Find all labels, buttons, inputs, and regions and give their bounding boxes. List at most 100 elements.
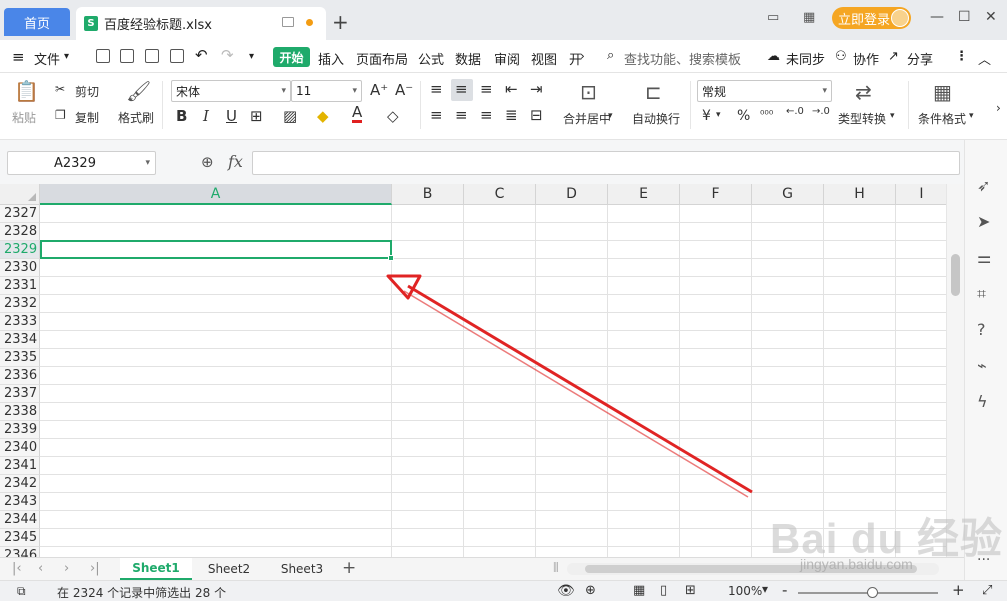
row-header[interactable]: 2330 [0,259,40,277]
zoom-out-button[interactable]: - [782,581,787,599]
row-header[interactable]: 2336 [0,367,40,385]
undo-icon[interactable]: ↶ [195,46,208,64]
type-convert-button[interactable]: 类型转换 [838,110,886,127]
cond-format-button[interactable]: 条件格式 [918,110,966,127]
format-painter-button[interactable]: 格式刷 [118,109,154,126]
tab-formula[interactable]: 公式 [418,49,444,68]
merge-center-button[interactable]: 合并居中 [563,110,611,127]
tab-insert[interactable]: 插入 [318,49,344,68]
next-sheet-icon[interactable]: › [64,561,69,576]
chevron-down-icon[interactable]: ▾ [608,111,613,121]
align-middle-icon[interactable]: ≡ [455,80,468,98]
login-button[interactable]: 立即登录 [832,7,911,29]
crop-icon[interactable]: ⌗ [977,284,986,304]
indent-decrease-icon[interactable]: ⇤ [505,80,518,98]
border-icon[interactable]: ⊞ [250,107,263,125]
column-header-f[interactable]: F [680,184,752,205]
fill-handle[interactable] [388,255,394,261]
sync-status[interactable]: 未同步 [786,49,825,68]
justify-icon[interactable]: ≣ [505,106,518,124]
column-header-h[interactable]: H [824,184,896,205]
more-icon[interactable]: ⋮ [955,49,968,64]
chevron-right-icon[interactable]: › [580,49,585,63]
help-icon[interactable]: ? [977,320,986,339]
vertical-scrollbar[interactable] [946,184,964,557]
row-header[interactable]: 2328 [0,223,40,241]
row-header[interactable]: 2327 [0,205,40,223]
first-sheet-icon[interactable]: |‹ [12,561,22,576]
row-header[interactable]: 2346 [0,547,40,557]
ribbon-scroll-right-icon[interactable]: › [996,101,1001,115]
chevron-down-icon[interactable]: ▾ [64,51,69,62]
feature-search[interactable]: 查找功能、搜索模板 [624,49,741,68]
home-tab[interactable]: 首页 [4,8,70,36]
chevron-down-icon[interactable]: ▾ [890,111,895,121]
font-color-icon[interactable]: A [352,105,363,123]
menu-icon[interactable]: ≡ [12,48,25,66]
close-icon[interactable]: ✕ [985,9,997,25]
column-header-c[interactable]: C [464,184,536,205]
tab-start[interactable]: 开始 [273,47,310,67]
new-tab-button[interactable]: + [332,10,349,34]
column-header-b[interactable]: B [392,184,464,205]
align-bottom-icon[interactable]: ≡ [480,80,493,98]
vertical-scroll-thumb[interactable] [951,254,960,296]
grid-icon[interactable]: ▦ [803,10,815,25]
file-tab[interactable]: S 百度经验标题.xlsx [76,7,326,40]
row-header[interactable]: 2331 [0,277,40,295]
chevron-down-icon[interactable]: ▾ [969,111,974,121]
print-icon[interactable] [145,49,159,63]
fullscreen-icon[interactable]: ⤢ [982,583,992,598]
align-right-icon[interactable]: ≡ [480,106,493,124]
monitor-icon[interactable] [282,17,294,27]
zoom-in-button[interactable]: + [952,581,965,599]
row-header[interactable]: 2343 [0,493,40,511]
name-box[interactable]: A2329 ▾ [7,151,156,175]
font-shrink-icon[interactable]: A⁻ [395,81,413,99]
rocket-icon[interactable]: ➶ [977,176,990,195]
customize-icon[interactable]: ▾ [249,51,254,62]
merge-icon[interactable]: ⊡ [580,80,597,104]
fill-color-icon[interactable]: ◆ [317,107,329,125]
row-header[interactable]: 2344 [0,511,40,529]
redo-icon[interactable]: ↷ [221,46,234,64]
normal-view-icon[interactable]: ▦ [633,583,645,598]
tab-review[interactable]: 审阅 [494,49,520,68]
row-header[interactable]: 2341 [0,457,40,475]
number-format-select[interactable]: 常规 ▾ [697,80,832,102]
share-button[interactable]: 分享 [907,49,933,68]
table-icon[interactable]: ▦ [933,80,952,104]
decrease-decimal-icon[interactable]: →.0 [812,106,830,117]
tab-view[interactable]: 视图 [531,49,557,68]
collapse-icon[interactable]: ︿ [978,49,991,68]
status-layout-icon[interactable]: ⧉ [17,584,26,599]
row-header[interactable]: 2338 [0,403,40,421]
auto-wrap-button[interactable]: 自动换行 [632,110,680,127]
layout-toggle-icon[interactable]: ▭ [767,10,779,25]
copy-button[interactable]: 复制 [75,109,99,126]
row-header[interactable]: 2340 [0,439,40,457]
zoom-search-icon[interactable]: ⊕ [201,153,214,171]
row-header[interactable]: 2337 [0,385,40,403]
indent-increase-icon[interactable]: ⇥ [530,80,543,98]
split-handle-icon[interactable]: ⦀ [553,561,559,576]
currency-button[interactable]: ¥ [702,108,711,124]
tab-data[interactable]: 数据 [455,49,481,68]
export-icon[interactable] [120,49,134,63]
tab-page-layout[interactable]: 页面布局 [356,49,408,68]
bold-icon[interactable]: B [176,107,187,125]
add-sheet-button[interactable]: + [342,558,356,578]
row-header[interactable]: 2345 [0,529,40,547]
sheet-tab-sheet1[interactable]: Sheet1 [120,558,192,580]
align-top-icon[interactable]: ≡ [430,80,443,98]
font-grow-icon[interactable]: A⁺ [370,81,388,99]
row-header[interactable]: 2333 [0,313,40,331]
formula-input[interactable] [252,151,960,175]
sliders-icon[interactable]: ⚌ [977,248,991,267]
column-header-g[interactable]: G [752,184,824,205]
fx-icon[interactable]: fx [228,152,243,171]
eraser-icon[interactable]: ◇ [387,107,399,125]
row-header[interactable]: 2332 [0,295,40,313]
row-header[interactable]: 2335 [0,349,40,367]
chevron-down-icon[interactable]: ▾ [716,110,721,120]
